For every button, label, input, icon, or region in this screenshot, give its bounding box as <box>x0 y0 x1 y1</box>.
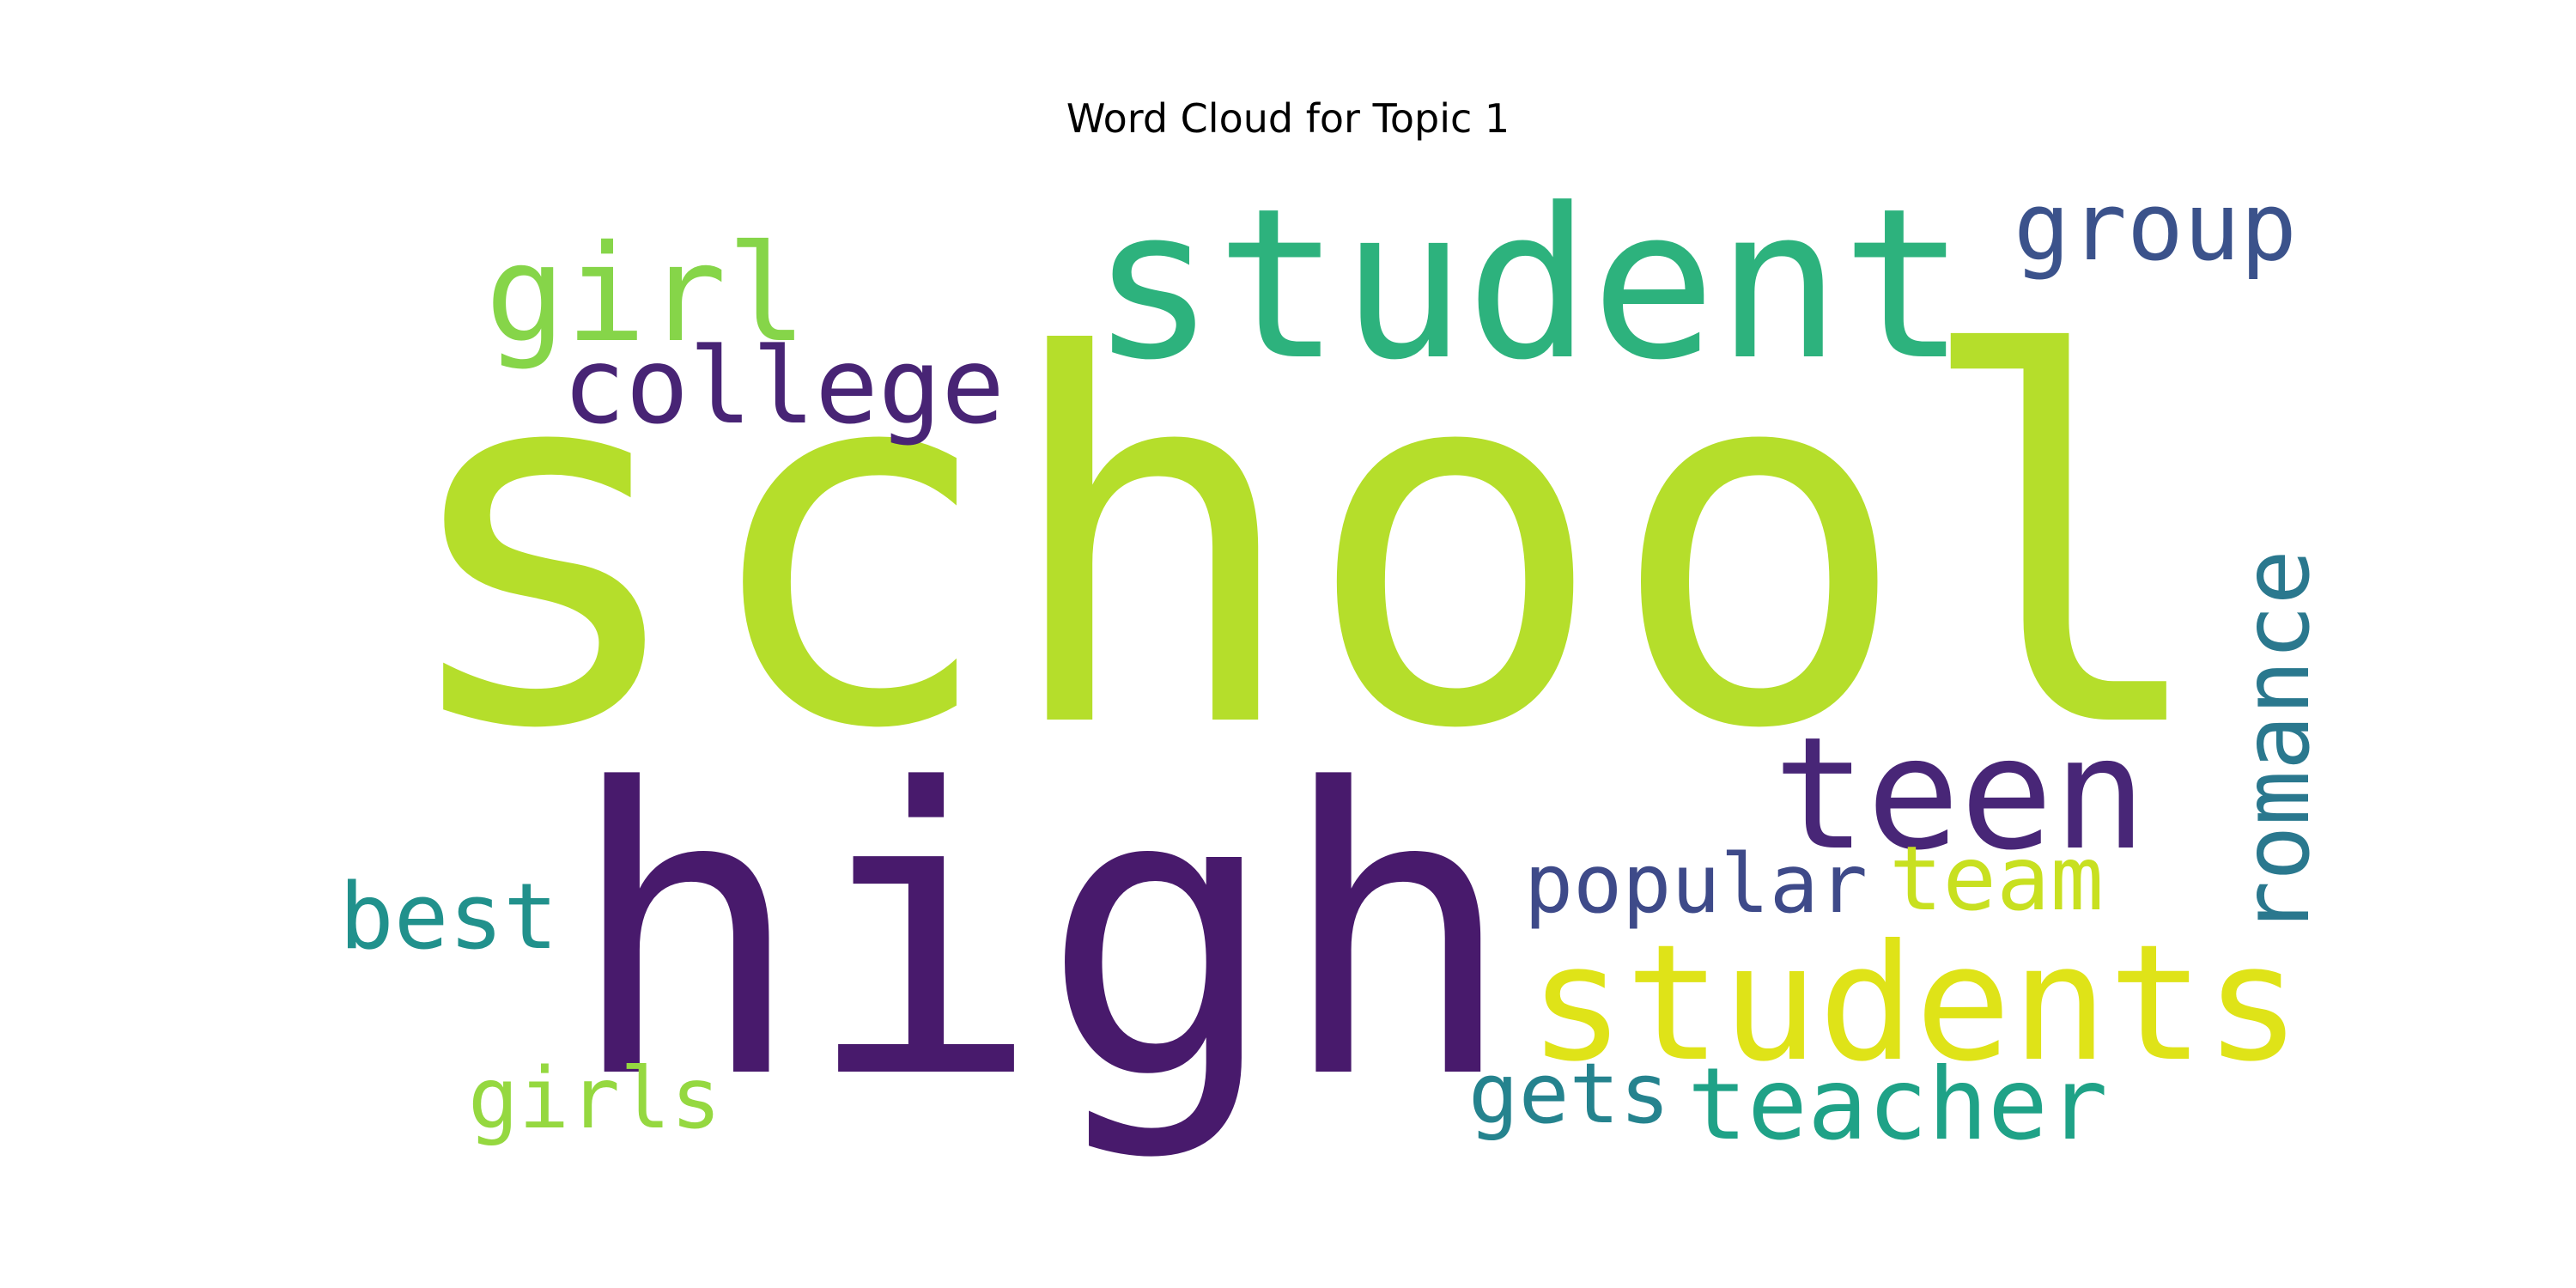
word-student: student <box>1091 164 1966 407</box>
word-best: best <box>339 863 558 969</box>
word-teacher: teacher <box>1687 1047 2108 1163</box>
word-cloud: school high student students teen girl c… <box>0 0 2576 1288</box>
word-romance: romance <box>2224 550 2331 936</box>
word-college: college <box>562 325 1005 447</box>
word-girls: girls <box>468 1050 721 1148</box>
word-gets: gets <box>1468 1045 1670 1144</box>
word-team: team <box>1889 828 2104 932</box>
figure: Word Cloud for Topic 1 school high stude… <box>0 0 2576 1288</box>
word-popular: popular <box>1524 836 1868 932</box>
word-group: group <box>2014 172 2297 283</box>
